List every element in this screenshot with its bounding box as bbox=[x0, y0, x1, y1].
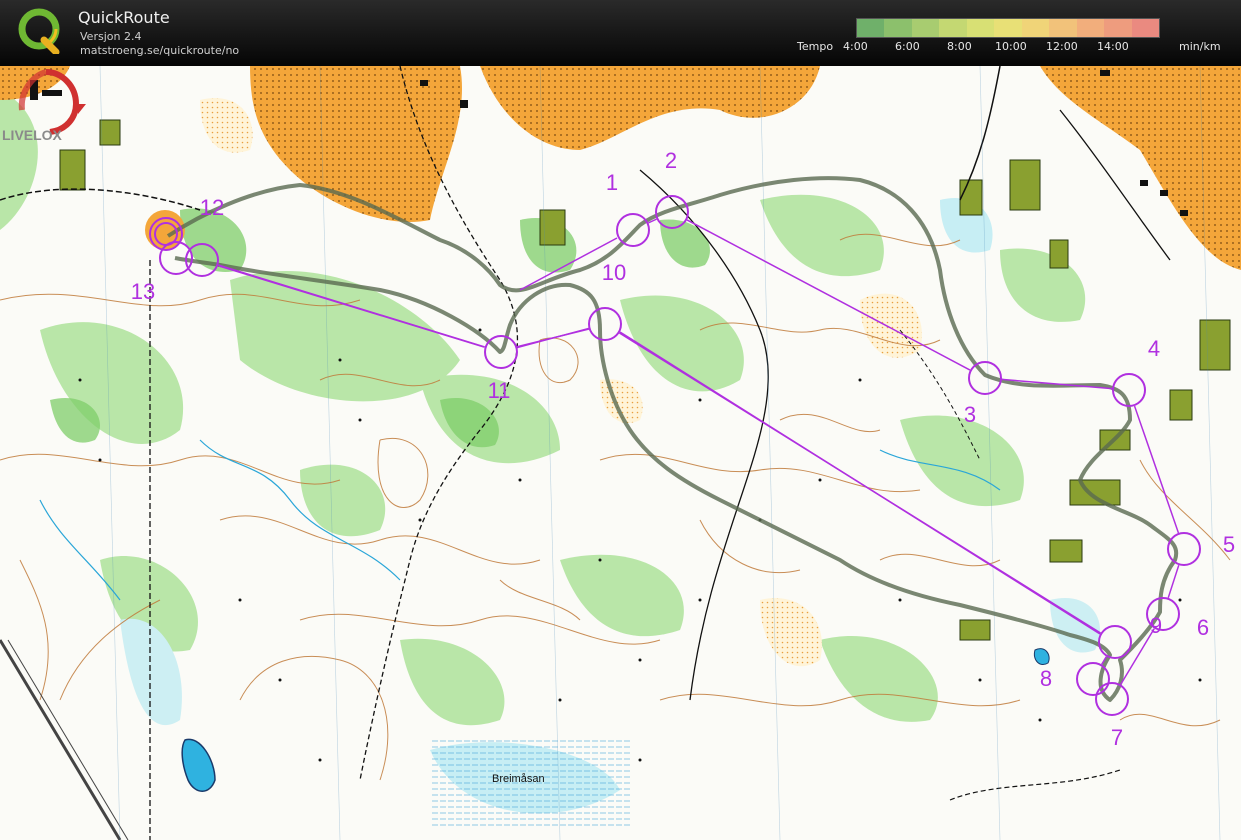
orienteering-map[interactable]: 1 2 3 4 5 6 7 8 9 10 11 12 13 Breimåsan LIVELOX bbox=[0, 66, 1241, 840]
pace-color-segment bbox=[1131, 19, 1159, 37]
control-number-label: 7 bbox=[1111, 725, 1123, 750]
pace-tick: 6:00 bbox=[895, 40, 920, 53]
pace-tick: 8:00 bbox=[947, 40, 972, 53]
header-bar: QuickRoute Versjon 2.4 matstroeng.se/qui… bbox=[0, 0, 1241, 66]
quickroute-logo-icon bbox=[18, 8, 60, 54]
pace-color-segment bbox=[994, 19, 1022, 37]
app-version: Versjon 2.4 bbox=[80, 30, 142, 43]
control-number-label: 2 bbox=[665, 148, 677, 173]
livelox-logo-text: LIVELOX bbox=[2, 127, 63, 143]
pace-color-segment bbox=[857, 19, 885, 37]
pace-color-scale bbox=[856, 18, 1160, 38]
pace-color-segment bbox=[884, 19, 912, 37]
control-number-label: 13 bbox=[131, 279, 155, 304]
pace-unit: min/km bbox=[1179, 40, 1221, 53]
quickroute-window: QuickRoute Versjon 2.4 matstroeng.se/qui… bbox=[0, 0, 1241, 840]
app-title: QuickRoute bbox=[78, 8, 170, 27]
pace-tick: 10:00 bbox=[995, 40, 1027, 53]
control-number-label: 3 bbox=[964, 402, 976, 427]
app-url: matstroeng.se/quickroute/no bbox=[80, 44, 240, 57]
pace-color-segment bbox=[939, 19, 967, 37]
control-number-label: 1 bbox=[606, 170, 618, 195]
pace-color-segment bbox=[1076, 19, 1105, 37]
pace-color-segment bbox=[966, 19, 995, 37]
pace-tick: 12:00 bbox=[1046, 40, 1078, 53]
control-number-label: 10 bbox=[602, 260, 626, 285]
control-number-label: 6 bbox=[1197, 615, 1209, 640]
control-number-label: 9 bbox=[1150, 613, 1162, 638]
livelox-logo: LIVELOX bbox=[2, 69, 86, 143]
pace-tick: 14:00 bbox=[1097, 40, 1129, 53]
control-number-label: 5 bbox=[1223, 532, 1235, 557]
map-background bbox=[0, 66, 1241, 840]
control-number-label: 8 bbox=[1040, 666, 1052, 691]
place-name-label: Breimåsan bbox=[492, 773, 545, 785]
pace-tick: 4:00 bbox=[843, 40, 868, 53]
control-number-label: 4 bbox=[1148, 336, 1160, 361]
pace-color-segment bbox=[1049, 19, 1077, 37]
map-canvas[interactable]: 12345678910111213 Breimåsan bbox=[0, 66, 1241, 840]
control-number-label: 11 bbox=[488, 378, 511, 403]
pace-color-segment bbox=[1104, 19, 1132, 37]
control-number-label: 12 bbox=[200, 195, 224, 220]
pace-label: Tempo bbox=[797, 40, 834, 53]
pace-color-segment bbox=[911, 19, 940, 37]
pace-color-segment bbox=[1021, 19, 1050, 37]
